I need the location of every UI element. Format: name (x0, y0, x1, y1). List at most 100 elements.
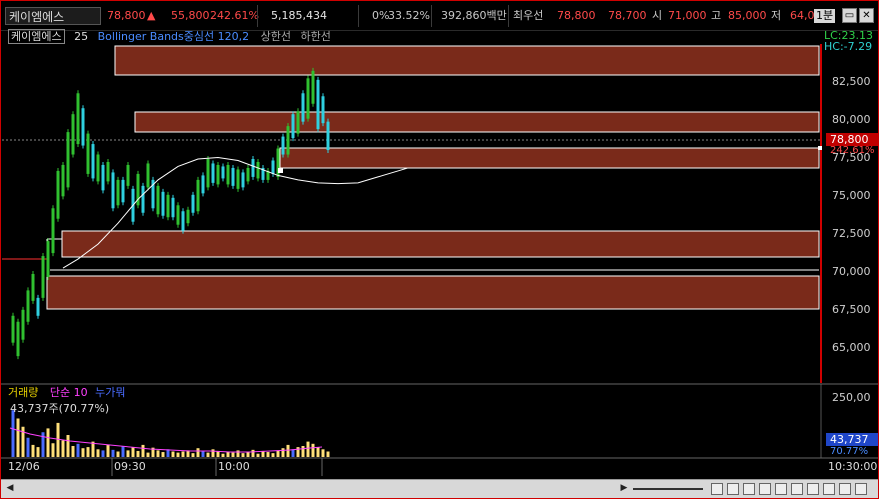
volume-tick: 250,00 (832, 391, 871, 404)
volume-bar (206, 452, 210, 457)
volume-legend: 거래량 단순 10 누가뭐 (8, 386, 125, 400)
price-tick: 80,000 (832, 113, 871, 126)
refresh-icon[interactable] (855, 483, 867, 495)
hc-label: HC:-7.29 (824, 40, 873, 53)
volume-bar (126, 450, 130, 457)
volume-bar (176, 452, 180, 457)
volume-bar (286, 444, 290, 457)
time-date: 12/06 (8, 460, 40, 473)
scroll-left-icon[interactable]: ◀ (3, 482, 17, 495)
chart-canvas (1, 44, 878, 476)
volume-bar (86, 447, 90, 457)
save-icon[interactable] (839, 483, 851, 495)
zoom-in-icon[interactable] (711, 483, 723, 495)
volume-bar (316, 447, 320, 457)
zoom-out-icon[interactable] (727, 483, 739, 495)
time-tick-label: 09:30 (114, 460, 146, 473)
zone-box (279, 147, 820, 169)
legend-ticker[interactable]: 케이엠에스 (8, 29, 65, 44)
volume-bar (121, 446, 125, 457)
volume-bar (76, 443, 80, 457)
time-current: 10:30:00 (828, 460, 878, 473)
volume-bar (251, 449, 255, 457)
zone-box (114, 45, 820, 76)
legend-lower: 하한선 (300, 30, 331, 43)
volume-bar (181, 451, 185, 457)
volume-bar (46, 428, 50, 457)
volume-bar (171, 451, 175, 457)
volume-ma2-label[interactable]: 누가뭐 (95, 386, 125, 399)
volume-ma-label[interactable]: 단순 10 (50, 386, 88, 399)
volume-bar (291, 449, 295, 457)
volume-bar (61, 440, 65, 457)
volume-bar (101, 450, 105, 457)
legend-bollinger[interactable]: Bollinger Bands중심선 120,2 (98, 30, 250, 43)
volume-value: 43,737주(70.77%) (10, 402, 110, 415)
volume-bar (96, 449, 100, 457)
print-icon[interactable] (823, 483, 835, 495)
volume-bar (31, 444, 35, 457)
price-tick: 82,500 (832, 75, 871, 88)
volume-bar (136, 450, 140, 457)
volume-bar (131, 447, 135, 457)
grid-toggle-icon[interactable] (791, 483, 803, 495)
draw-line-icon[interactable] (759, 483, 771, 495)
price-tick: 67,500 (832, 303, 871, 316)
price-tick: 75,000 (832, 189, 871, 202)
chart-scrollbar[interactable]: ◀ ▶ (1, 479, 878, 498)
time-tick-label: 10:00 (218, 460, 250, 473)
scroll-right-icon[interactable]: ▶ (617, 482, 631, 495)
indicator-legend: 케이엠에스 25 Bollinger Bands중심선 120,2 상한선 하한… (8, 29, 331, 44)
volume-bar (256, 453, 260, 457)
volume-bar (236, 450, 240, 457)
price-tick: 72,500 (832, 227, 871, 240)
settings-icon[interactable] (807, 483, 819, 495)
volume-bar (246, 452, 250, 457)
price-tick: 70,000 (832, 265, 871, 278)
current-pct-tag: 242.61% (830, 145, 875, 156)
volume-bar (11, 410, 15, 457)
volume-bar (51, 443, 55, 457)
bollinger-marker (818, 146, 822, 150)
volume-bar (106, 444, 110, 457)
zone-box (61, 230, 820, 258)
crosshair-icon[interactable] (743, 483, 755, 495)
volume-bar (276, 450, 280, 457)
bollinger-marker (278, 168, 283, 173)
zoom-slider[interactable] (633, 488, 703, 490)
volume-bar (66, 435, 70, 457)
volume-bar (111, 449, 115, 457)
volume-bar (26, 437, 30, 457)
volume-bar (321, 449, 325, 457)
volume-bar (81, 448, 85, 457)
volume-bar (306, 441, 310, 457)
volume-bar (156, 450, 160, 457)
volume-bar (311, 443, 315, 457)
zone-box (46, 275, 820, 310)
volume-bar (271, 453, 275, 457)
zone-box (134, 111, 820, 133)
volume-bar (266, 452, 270, 457)
price-tick: 65,000 (832, 341, 871, 354)
volume-bar (71, 446, 75, 457)
volume-bar (296, 447, 300, 457)
volume-bar (146, 452, 150, 457)
volume-bar (201, 451, 205, 457)
volume-tag: 43,737 (826, 433, 878, 446)
volume-bar (326, 451, 330, 457)
volume-bar (166, 449, 170, 457)
volume-bar (56, 422, 60, 457)
text-tool-icon[interactable] (775, 483, 787, 495)
volume-bar (196, 448, 200, 457)
volume-bar (161, 452, 165, 457)
volume-bar (91, 441, 95, 457)
volume-bar (301, 446, 305, 457)
volume-bar (221, 453, 225, 457)
volume-bar (281, 448, 285, 457)
volume-label[interactable]: 거래량 (8, 386, 38, 399)
volume-bar (191, 453, 195, 457)
volume-bar (16, 418, 20, 457)
volume-bar (141, 444, 145, 457)
volume-bar (211, 449, 215, 457)
volume-bar (36, 447, 40, 457)
